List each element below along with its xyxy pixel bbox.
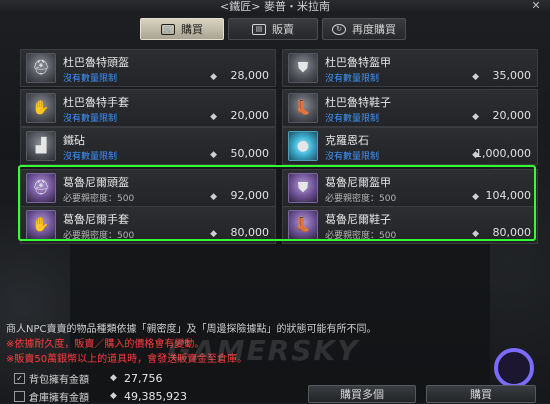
shop-item[interactable]: 👢 杜巴魯特鞋子 沒有數量限制 ◆ 20,000	[282, 89, 538, 127]
shop-tabs: 🛒 購買 ▤ 販賣 ↻ 再度購買	[140, 18, 406, 40]
shop-item[interactable]: ▟ 鐵砧 沒有數量限制 ◆ 50,000	[20, 127, 276, 165]
item-name: 杜巴魯特頭盔	[63, 56, 129, 69]
gloves-icon: ✋	[26, 93, 56, 123]
item-requirement: 必要親密度：500	[325, 231, 397, 241]
silver-coin-icon: ◆	[110, 391, 117, 401]
item-price: 20,000	[492, 109, 532, 122]
buy-label: 購買	[470, 388, 492, 401]
item-name: 克羅恩石	[325, 134, 369, 147]
item-limit: 沒有數量限制	[325, 152, 380, 162]
silver-coin-icon: ◆	[472, 112, 479, 122]
window-title: <鐵匠> 麥普・米拉南	[220, 0, 330, 13]
gloves-icon: ✋	[26, 210, 56, 240]
silver-coin-icon: ◆	[210, 150, 217, 160]
tab-buy[interactable]: 🛒 購買	[140, 18, 224, 40]
warehouse-money-checkbox[interactable]	[14, 390, 25, 402]
item-requirement: 必要親密度：500	[63, 231, 135, 241]
buy-multiple-button[interactable]: 購買多個	[308, 385, 416, 403]
shop-item[interactable]: ● 克羅恩石 沒有數量限制 ◆ 1,000,000	[282, 127, 538, 165]
item-name: 鐵砧	[63, 134, 85, 147]
shop-item[interactable]: 👢 葛魯尼爾鞋子 必要親密度：500 ◆ 80,000	[282, 206, 538, 244]
silver-coin-icon: ◆	[210, 192, 217, 202]
watermark: GAMERSKY	[168, 334, 360, 367]
shop-item[interactable]: ⛊ 葛魯尼爾盔甲 必要親密度：500 ◆ 104,000	[282, 169, 538, 207]
armor-icon: ⛊	[288, 173, 318, 203]
tab-sell[interactable]: ▤ 販賣	[228, 18, 318, 40]
boots-icon: 👢	[288, 210, 318, 240]
logo-ring-icon	[494, 348, 534, 388]
item-limit: 沒有數量限制	[63, 74, 118, 84]
helmet-icon: ⛑	[26, 173, 56, 203]
bag-money-value: 27,756	[124, 371, 163, 385]
close-button[interactable]: ✕	[530, 0, 542, 12]
window-titlebar: <鐵匠> 麥普・米拉南 ✕	[0, 0, 550, 14]
boots-icon: 👢	[288, 93, 318, 123]
crystal-icon: ●	[288, 131, 318, 161]
silver-coin-icon: ◆	[472, 229, 479, 239]
item-limit: 沒有數量限制	[325, 114, 380, 124]
item-name: 葛魯尼爾手套	[63, 213, 129, 226]
bag-money-checkbox[interactable]: ✓	[14, 372, 25, 384]
silver-coin-icon: ◆	[472, 72, 479, 82]
silver-coin-icon: ◆	[472, 192, 479, 202]
buy-button[interactable]: 購買	[426, 385, 536, 403]
tab-rebuy-label: 再度購買	[352, 23, 396, 36]
item-name: 杜巴魯特盔甲	[325, 56, 391, 69]
armor-icon: ⛊	[288, 53, 318, 83]
anvil-icon: ▟	[26, 131, 56, 161]
item-name: 杜巴魯特鞋子	[325, 96, 391, 109]
shop-item[interactable]: ✋ 葛魯尼爾手套 必要親密度：500 ◆ 80,000	[20, 206, 276, 244]
warehouse-money-row: 倉庫擁有金額 ◆ 49,385,923	[14, 389, 187, 404]
shop-item[interactable]: ⛑ 杜巴魯特頭盔 沒有數量限制 ◆ 28,000	[20, 49, 276, 87]
shop-item[interactable]: ✋ 杜巴魯特手套 沒有數量限制 ◆ 20,000	[20, 89, 276, 127]
tab-buy-label: 購買	[181, 23, 203, 36]
item-limit: 沒有數量限制	[63, 152, 118, 162]
silver-coin-icon: ◆	[110, 373, 117, 383]
item-price: 1,000,000	[475, 147, 531, 160]
warehouse-money-value: 49,385,923	[124, 389, 187, 403]
bag-money-row: ✓ 背包擁有金額 ◆ 27,756	[14, 371, 163, 386]
item-name: 葛魯尼爾盔甲	[325, 176, 391, 189]
item-price: 20,000	[230, 109, 270, 122]
tab-sell-label: 販賣	[272, 23, 294, 36]
item-requirement: 必要親密度：500	[325, 194, 397, 204]
buy-multiple-label: 購買多個	[340, 388, 384, 401]
helmet-icon: ⛑	[26, 53, 56, 83]
shop-item[interactable]: ⛑ 葛魯尼爾頭盔 必要親密度：500 ◆ 92,000	[20, 169, 276, 207]
silver-coin-icon: ◆	[210, 229, 217, 239]
item-price: 80,000	[492, 226, 532, 239]
item-limit: 沒有數量限制	[63, 114, 118, 124]
refresh-icon: ↻	[332, 23, 346, 35]
item-price: 50,000	[230, 147, 270, 160]
item-price: 28,000	[230, 69, 270, 82]
silver-coin-icon: ◆	[210, 112, 217, 122]
item-requirement: 必要親密度：500	[63, 194, 135, 204]
silver-coin-icon: ◆	[210, 72, 217, 82]
item-name: 葛魯尼爾頭盔	[63, 176, 129, 189]
shop-item[interactable]: ⛊ 杜巴魯特盔甲 沒有數量限制 ◆ 35,000	[282, 49, 538, 87]
item-price: 80,000	[230, 226, 270, 239]
chest-icon: ▤	[252, 23, 266, 35]
cart-icon: 🛒	[161, 23, 175, 35]
tab-rebuy[interactable]: ↻ 再度購買	[322, 18, 406, 40]
item-name: 杜巴魯特手套	[63, 96, 129, 109]
item-price: 35,000	[492, 69, 532, 82]
item-price: 104,000	[485, 189, 532, 202]
item-limit: 沒有數量限制	[325, 74, 380, 84]
bag-money-label: 背包擁有金額	[29, 374, 89, 386]
item-price: 92,000	[230, 189, 270, 202]
warehouse-money-label: 倉庫擁有金額	[29, 392, 89, 404]
item-name: 葛魯尼爾鞋子	[325, 213, 391, 226]
shop-item-list: ⛑ 杜巴魯特頭盔 沒有數量限制 ◆ 28,000 ⛊ 杜巴魯特盔甲 沒有數量限制…	[14, 46, 538, 308]
